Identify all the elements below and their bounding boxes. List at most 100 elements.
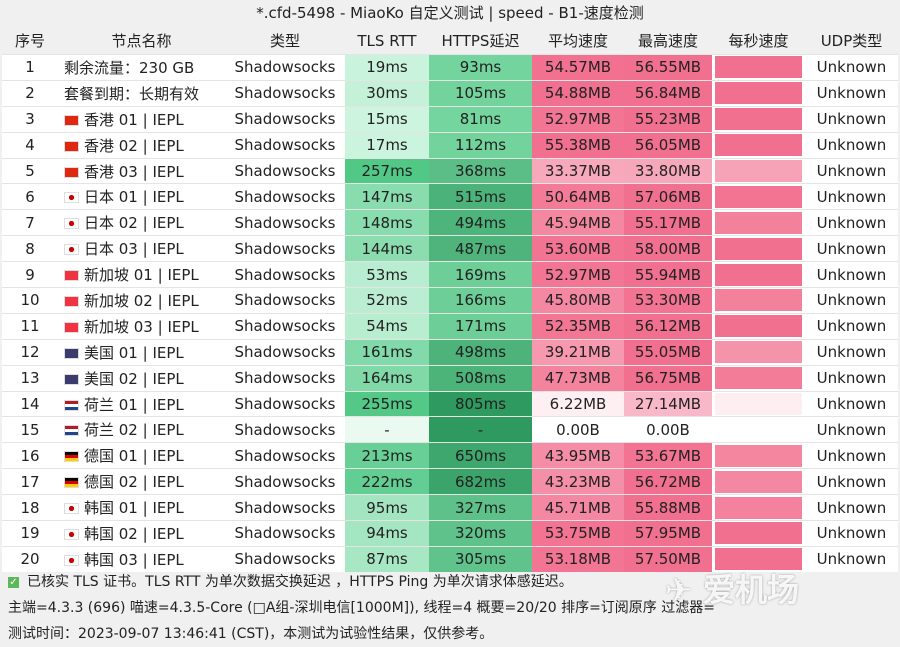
tls-rtt-text: 19ms: [366, 58, 408, 77]
tls-rtt-text: -: [384, 420, 390, 439]
table-row[interactable]: 2 套餐到期：长期有效 Shadowsocks 30ms 105ms 54.88MB 56.…: [2, 79, 898, 107]
proxy-type-text: Shadowsocks: [234, 369, 336, 388]
table-row[interactable]: 18 韩国 01 | IEPL Shadowsocks 95ms 327ms 45.71M…: [2, 494, 898, 521]
column-header[interactable]: UDP类型: [805, 27, 898, 55]
table-row[interactable]: 16 德国 01 | IEPL Shadowsocks 213ms 650ms 43.95…: [2, 442, 898, 469]
avg-speed: 52.35MB: [532, 312, 624, 340]
max-speed-text: 58.00MB: [634, 239, 702, 258]
per-second-speed: [712, 338, 805, 366]
table-row[interactable]: 6 日本 01 | IEPL Shadowsocks 147ms 515ms 50.64M…: [2, 183, 898, 210]
table-row[interactable]: 5 香港 03 | IEPL Shadowsocks 257ms 368ms 33.37M…: [2, 157, 898, 184]
table-row[interactable]: 9 新加坡 01 | IEPL Shadowsocks 53ms 169ms 52.97M…: [2, 261, 898, 288]
column-header[interactable]: 最高速度: [624, 27, 712, 55]
avg-speed-text: 53.75MB: [544, 524, 612, 543]
row-number: 13: [2, 364, 58, 392]
udp-type-text: Unknown: [816, 136, 887, 155]
flag-de-icon: [64, 451, 79, 463]
flag-sg-icon: [64, 321, 79, 333]
proxy-type-text: Shadowsocks: [234, 472, 336, 491]
row-number-text: 10: [20, 291, 40, 310]
flag-kr-icon: [64, 503, 79, 515]
proxy-type-text: Shadowsocks: [234, 395, 336, 414]
node-name: 荷兰 01 | IEPL: [58, 390, 225, 417]
node-name-text: 新加坡 01 | IEPL: [84, 266, 199, 285]
table-row[interactable]: 19 韩国 02 | IEPL Shadowsocks 94ms 320ms 53.75M…: [2, 520, 898, 547]
max-speed: 0.00B: [624, 416, 712, 443]
udp-type: Unknown: [805, 494, 898, 521]
node-name-text: 荷兰 02 | IEPL: [84, 421, 184, 440]
proxy-type: Shadowsocks: [225, 105, 345, 133]
tls-rtt: 54ms: [345, 312, 429, 340]
udp-type: Unknown: [805, 545, 898, 572]
max-speed-text: 33.80MB: [634, 162, 702, 180]
https-latency: 112ms: [429, 131, 532, 159]
node-name-text: 韩国 03 | IEPL: [84, 550, 184, 569]
max-speed-text: 56.05MB: [634, 136, 702, 155]
flag-kr-icon: [64, 528, 79, 540]
https-latency: 368ms: [429, 157, 532, 184]
max-speed-text: 57.95MB: [634, 524, 702, 543]
tls-rtt-text: 54ms: [366, 317, 408, 336]
table-row[interactable]: 11 新加坡 03 | IEPL Shadowsocks 54ms 171ms 52.35…: [2, 312, 898, 340]
proxy-type: Shadowsocks: [225, 338, 345, 366]
node-name: 剩余流量：230 GB: [58, 54, 225, 81]
table-row[interactable]: 4 香港 02 | IEPL Shadowsocks 17ms 112ms 55.38MB…: [2, 131, 898, 159]
table-row[interactable]: 8 日本 03 | IEPL Shadowsocks 144ms 487ms 53.60M…: [2, 235, 898, 262]
tls-rtt: 94ms: [345, 520, 429, 547]
avg-speed: 33.37MB: [532, 157, 624, 184]
proxy-type: Shadowsocks: [225, 209, 345, 236]
max-speed: 27.14MB: [624, 390, 712, 417]
table-row[interactable]: 15 荷兰 02 | IEPL Shadowsocks - - 0.00B 0.00B Unk…: [2, 416, 898, 443]
node-name: 德国 02 | IEPL: [58, 468, 225, 495]
column-header[interactable]: 类型: [225, 27, 345, 55]
row-number-text: 12: [20, 343, 40, 362]
per-second-speed: [712, 364, 805, 392]
proxy-type-text: Shadowsocks: [234, 550, 336, 569]
https-latency: 508ms: [429, 364, 532, 392]
max-speed: 57.06MB: [624, 183, 712, 210]
https-latency-text: 487ms: [454, 239, 507, 258]
tls-rtt-text: 257ms: [361, 162, 413, 180]
avg-speed-text: 52.35MB: [544, 317, 612, 336]
flag-jp-icon: [64, 192, 79, 204]
https-latency: 805ms: [429, 390, 532, 417]
avg-speed-text: 54.88MB: [544, 84, 612, 103]
proxy-type-text: Shadowsocks: [234, 265, 336, 284]
max-speed: 55.94MB: [624, 261, 712, 288]
footer: ✓ 已核实 TLS 证书。TLS RTT 为单次数据交换延迟 ，HTTPS Pin…: [8, 569, 715, 647]
per-second-speed: [712, 494, 805, 521]
udp-type: Unknown: [805, 416, 898, 443]
avg-speed-text: 53.60MB: [544, 239, 612, 258]
tls-rtt-text: 161ms: [361, 343, 413, 362]
proxy-type: Shadowsocks: [225, 261, 345, 288]
watermark-logo: ✈ 爱机场: [665, 571, 799, 609]
proxy-type: Shadowsocks: [225, 364, 345, 392]
tls-rtt: 87ms: [345, 545, 429, 572]
table-row[interactable]: 10 新加坡 02 | IEPL Shadowsocks 52ms 166ms 45.80…: [2, 287, 898, 314]
table-row[interactable]: 7 日本 02 | IEPL Shadowsocks 148ms 494ms 45.94M…: [2, 209, 898, 236]
tls-rtt-text: 222ms: [361, 472, 413, 491]
https-latency-text: 805ms: [454, 395, 507, 414]
column-header[interactable]: 节点名称: [58, 27, 225, 55]
speed-sparkline: [715, 393, 802, 416]
column-header[interactable]: 每秒速度: [712, 27, 805, 55]
column-header[interactable]: TLS RTT: [345, 27, 429, 55]
node-name-text: 荷兰 01 | IEPL: [84, 395, 184, 414]
column-header[interactable]: 序号: [2, 27, 58, 55]
udp-type-text: Unknown: [816, 291, 887, 310]
tls-rtt-text: 15ms: [366, 110, 408, 129]
table-row[interactable]: 14 荷兰 01 | IEPL Shadowsocks 255ms 805ms 6.22M…: [2, 390, 898, 417]
avg-speed-text: 33.37MB: [544, 162, 612, 180]
max-speed: 56.12MB: [624, 312, 712, 340]
table-row[interactable]: 13 美国 02 | IEPL Shadowsocks 164ms 508ms 47.73…: [2, 364, 898, 392]
per-second-speed: [712, 312, 805, 340]
table-row[interactable]: 3 香港 01 | IEPL Shadowsocks 15ms 81ms 52.97MB 5…: [2, 105, 898, 133]
column-header[interactable]: 平均速度: [532, 27, 624, 55]
table-row[interactable]: 12 美国 01 | IEPL Shadowsocks 161ms 498ms 39.21…: [2, 338, 898, 366]
table-row[interactable]: 17 德国 02 | IEPL Shadowsocks 222ms 682ms 43.23…: [2, 468, 898, 495]
table-row[interactable]: 1 剩余流量：230 GB Shadowsocks 19ms 93ms 54.57MB 56…: [2, 54, 898, 81]
column-header[interactable]: HTTPS延迟: [429, 27, 532, 55]
tls-rtt: 164ms: [345, 364, 429, 392]
row-number-text: 2: [25, 84, 35, 103]
speed-sparkline: [715, 134, 802, 157]
